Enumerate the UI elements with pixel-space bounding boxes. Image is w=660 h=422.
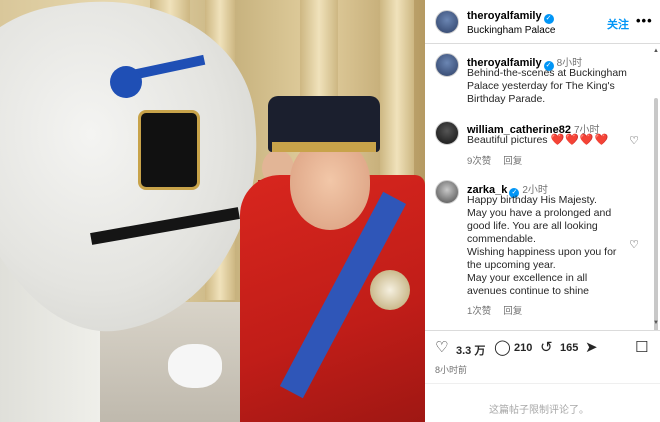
blue-rosette — [110, 66, 142, 98]
divider — [425, 383, 660, 384]
reply-button[interactable]: 回复 — [503, 306, 522, 317]
comments-count: 210 — [514, 342, 533, 354]
avatar[interactable] — [435, 180, 459, 204]
avatar[interactable] — [435, 121, 459, 145]
post-photo[interactable] — [0, 0, 425, 422]
verified-badge-icon: ✓ — [543, 14, 554, 24]
red-heart-emoji: ❤️❤️❤️❤️ — [550, 134, 610, 146]
comment-likes[interactable]: 9次赞 — [467, 156, 491, 167]
likes-count[interactable]: 3.3 万 — [456, 342, 485, 358]
comment-text: Beautiful pictures ❤️❤️❤️❤️ — [467, 134, 647, 147]
caption-line: Birthday Parade. — [467, 93, 546, 105]
header-username[interactable]: theroyalfamily ✓ — [467, 10, 554, 24]
location-link[interactable]: Buckingham Palace — [467, 25, 555, 36]
post-side-panel: theroyalfamily ✓ Buckingham Palace 关注 •••… — [425, 0, 660, 422]
caption-text: Behind-the-scenes at Buckingham Palace y… — [467, 67, 647, 106]
header-username-text[interactable]: theroyalfamily — [467, 10, 542, 22]
comment-like-heart-icon[interactable]: ♡ — [628, 135, 640, 147]
king-face — [290, 140, 370, 230]
comment-line: avenues continue to shine — [467, 285, 590, 297]
comment-line: the upcoming year. — [467, 259, 556, 271]
bookmark-icon[interactable]: ☐ — [635, 340, 648, 356]
more-options-icon[interactable]: ••• — [636, 13, 653, 28]
shares-count: 165 — [560, 342, 579, 354]
scroll-up-arrow-icon[interactable]: ▲ — [653, 48, 659, 54]
posted-time[interactable]: 8小时前 — [435, 363, 467, 376]
comment-line: commendable. — [467, 233, 536, 245]
comment-text-body: Beautiful pictures — [467, 134, 548, 146]
share-send-icon[interactable]: ➤ — [585, 340, 598, 356]
follow-button[interactable]: 关注 — [607, 16, 629, 32]
comment-likes[interactable]: 1次赞 — [467, 306, 491, 317]
post-actions: ♡ 3.3 万 ◯ 210 ↺ 165 ➤ ☐ 8小时前 这篇帖子限制评论了。 — [425, 330, 660, 422]
comment-text: Happy birthday His Majesty. May you have… — [467, 194, 647, 298]
comment-like-heart-icon[interactable]: ♡ — [628, 239, 640, 251]
comments-list[interactable]: theroyalfamily ✓ 8小时 Behind-the-scenes at … — [425, 44, 660, 330]
comment-line: good life. You are all looking — [467, 220, 598, 232]
scroll-down-arrow-icon[interactable]: ▼ — [653, 320, 659, 326]
comment-line: Happy birthday His Majesty. — [467, 194, 597, 206]
reply-button[interactable]: 回复 — [503, 156, 522, 167]
comment-line: May your excellence in all — [467, 272, 588, 284]
avatar[interactable] — [435, 53, 459, 77]
scrollbar-thumb[interactable] — [654, 98, 658, 330]
comment-line: Wishing happiness upon you for — [467, 246, 617, 258]
medal-star — [370, 270, 410, 310]
repost-icon[interactable]: ↺ — [540, 340, 553, 356]
comment-bubble-icon[interactable]: ◯ — [494, 340, 511, 356]
avatar[interactable] — [435, 10, 459, 34]
caption-line: Behind-the-scenes at Buckingham — [467, 67, 627, 79]
like-heart-icon[interactable]: ♡ — [435, 340, 448, 356]
cap-gold-band — [272, 142, 376, 152]
comment-meta: 9次赞 回复 — [467, 153, 534, 167]
comments-limited-notice: 这篇帖子限制评论了。 — [489, 405, 589, 416]
comment-meta: 1次赞 回复 — [467, 303, 534, 317]
white-glove-hand — [168, 344, 222, 388]
horse-blinker — [138, 110, 200, 190]
comment-line: May you have a prolonged and — [467, 207, 612, 219]
caption-line: Palace yesterday for The King's — [467, 80, 615, 92]
post-header: theroyalfamily ✓ Buckingham Palace 关注 ••• — [425, 0, 660, 44]
